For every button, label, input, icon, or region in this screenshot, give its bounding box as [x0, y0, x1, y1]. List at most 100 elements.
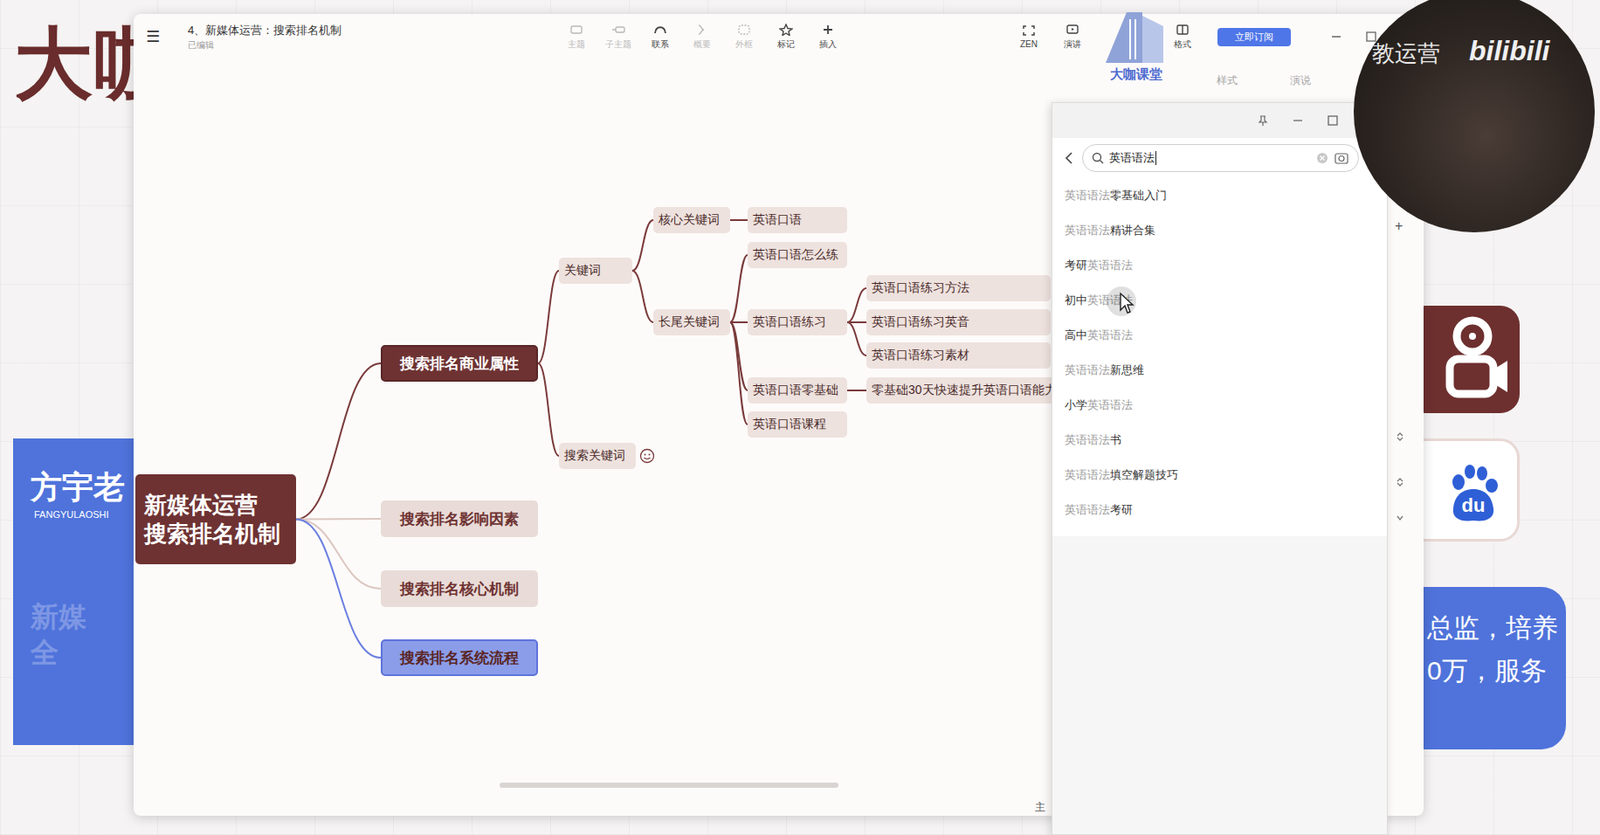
- pin-icon[interactable]: [1255, 113, 1270, 128]
- intro-line: 0万，服务: [1427, 655, 1566, 687]
- faded-line: 新媒: [30, 601, 134, 633]
- add-button[interactable]: +: [1394, 218, 1403, 235]
- search-field[interactable]: 英语语法: [1082, 144, 1359, 173]
- clear-icon[interactable]: [1316, 151, 1329, 165]
- chevron-icon[interactable]: [1394, 431, 1406, 442]
- building-icon: [1096, 6, 1176, 65]
- subscribe-button[interactable]: 立即订阅: [1217, 27, 1291, 47]
- toolbar-label: 外框: [735, 38, 753, 51]
- suggestion-item[interactable]: 高中英语语法: [1052, 317, 1387, 353]
- search-icon: [1091, 151, 1104, 165]
- titlebar: ☰ 4、新媒体运营：搜索排名机制已编辑主题 子主题 联系 概要 外框 标记 插入 ZEN 演讲 格式…: [133, 13, 1424, 60]
- course-logo: 大咖课堂: [1096, 6, 1176, 83]
- toolbar-button[interactable]: 插入: [806, 23, 849, 51]
- view-label: 演讲: [1063, 38, 1082, 51]
- panel-tab[interactable]: 演说: [1289, 73, 1311, 89]
- toolbar-label: 主题: [567, 38, 586, 51]
- toolbar: 主题 子主题 联系 概要 外框 标记 插入: [555, 23, 849, 51]
- view-label: ZEN: [1020, 39, 1038, 49]
- maximize-icon[interactable]: [1325, 113, 1340, 128]
- mindmap-node[interactable]: 搜索排名影响因素: [380, 500, 538, 538]
- toolbar-button[interactable]: 主题: [555, 23, 598, 51]
- cursor-icon: [1118, 291, 1135, 315]
- insert-icon: [820, 23, 835, 36]
- suggestion-list: 英语语法零基础入门英语语法精讲合集考研英语语法初中英语语法高中英语语法英语语法新…: [1052, 178, 1387, 537]
- mindmap-node[interactable]: 英语口语练习: [747, 309, 848, 336]
- suggestion-item[interactable]: 英语语法新思维: [1052, 352, 1387, 388]
- horizontal-scrollbar[interactable]: [499, 782, 839, 788]
- mindmap-node[interactable]: 英语口语: [747, 206, 848, 234]
- smiley-icon[interactable]: [639, 448, 656, 464]
- course-logo-text: 大咖课堂: [1110, 66, 1163, 83]
- toolbar-label: 标记: [777, 38, 795, 51]
- view-button[interactable]: 演讲: [1051, 23, 1094, 51]
- teacher-card: 方宇老FANGYULAOSHI新媒全: [13, 438, 134, 745]
- relation-icon: [653, 23, 668, 36]
- chevron-icon[interactable]: [1394, 476, 1406, 488]
- suggestion-item[interactable]: 英语语法书: [1052, 422, 1387, 458]
- mindmap-node[interactable]: 英语口语练习英音: [866, 309, 1051, 336]
- toolbar-button[interactable]: 概要: [681, 23, 724, 51]
- baidu-text: du: [1462, 494, 1486, 518]
- camera-icon[interactable]: [1333, 151, 1350, 166]
- toolbar-label: 插入: [819, 38, 837, 51]
- toolbar-button[interactable]: 标记: [765, 23, 807, 51]
- toolbar-label: 概要: [693, 38, 711, 51]
- mindmap-node[interactable]: 搜索排名系统流程: [380, 639, 538, 676]
- toolbar-label: 联系: [651, 38, 669, 51]
- mindmap-node[interactable]: 长尾关键词: [653, 309, 731, 336]
- suggestion-item[interactable]: 英语语法填空解题技巧: [1052, 457, 1387, 493]
- pitch-icon: [1065, 23, 1080, 36]
- format-icon: [1175, 23, 1190, 36]
- suggestion-item[interactable]: 初中英语语法: [1052, 282, 1387, 318]
- topic-icon: [569, 23, 584, 36]
- mindmap-node[interactable]: 搜索关键词: [558, 442, 636, 469]
- watermark-text: 教运营: [1372, 38, 1441, 69]
- subtopic-icon: [611, 23, 626, 36]
- format-button[interactable]: 格式: [1161, 23, 1204, 51]
- intro-line: 总监，培养: [1427, 613, 1566, 644]
- mindmap-node[interactable]: 新媒体运营 搜索排名机制: [135, 474, 297, 565]
- format-label: 格式: [1173, 38, 1192, 51]
- panel-tab[interactable]: 样式: [1216, 73, 1238, 89]
- status-text: 主: [1034, 800, 1046, 815]
- mindmap-node[interactable]: 英语口语怎么练: [747, 241, 848, 269]
- mindmap-node[interactable]: 核心关键词: [653, 206, 731, 234]
- watermark-site: bilibili: [1468, 34, 1550, 68]
- minimize-icon[interactable]: [1329, 29, 1344, 44]
- mindmap-node[interactable]: 英语口语课程: [747, 411, 848, 438]
- document-title: 4、新媒体运营：搜索排名机制: [187, 22, 556, 39]
- minimize-icon[interactable]: [1290, 113, 1305, 128]
- teacher-pinyin: FANGYULAOSHI: [30, 509, 134, 520]
- mindmap-node[interactable]: 搜索排名核心机制: [380, 570, 538, 607]
- suggestion-item[interactable]: 小学英语语法: [1052, 387, 1387, 423]
- search-query: 英语语法: [1109, 150, 1155, 166]
- boundary-icon: [737, 23, 752, 36]
- view-button[interactable]: ZEN: [1007, 24, 1050, 49]
- suggestion-item[interactable]: 英语语法零基础入门: [1052, 178, 1387, 214]
- mindmap-node[interactable]: 英语口语练习方法: [866, 275, 1051, 302]
- zen-icon: [1021, 24, 1036, 37]
- panel-tabs: 样式 演说: [1216, 73, 1311, 89]
- search-popup: 英语语法搜英语语法零基础入门英语语法精讲合集考研英语语法初中英语语法高中英语语法…: [1051, 102, 1388, 835]
- back-icon[interactable]: [1062, 150, 1076, 166]
- mindmap-node[interactable]: 英语口语练习素材: [866, 342, 1051, 369]
- right-sidebar: +: [1387, 188, 1424, 800]
- mindmap-node[interactable]: 关键词: [558, 257, 633, 284]
- save-status: 已编辑: [187, 39, 556, 52]
- suggestion-item[interactable]: 英语语法考研: [1052, 492, 1387, 528]
- toolbar-button[interactable]: 子主题: [597, 23, 640, 51]
- screen: 大咖方宇老FANGYULAOSHI新媒全总监，培养0万，服务du☰4、新媒体运营…: [0, 0, 1600, 835]
- summary-icon: [695, 23, 710, 36]
- toolbar-label: 子主题: [605, 38, 632, 51]
- mindmap-node[interactable]: 零基础30天快速提升英语口语能力: [866, 377, 1068, 404]
- toolbar-button[interactable]: 联系: [639, 23, 682, 51]
- chevron-down-icon[interactable]: [1394, 512, 1406, 524]
- faded-line: 全: [30, 637, 134, 669]
- mindmap-node[interactable]: 搜索排名商业属性: [380, 344, 538, 382]
- mindmap-node[interactable]: 英语口语零基础: [747, 377, 848, 404]
- suggestion-item[interactable]: 英语语法精讲合集: [1052, 213, 1387, 249]
- suggestion-item[interactable]: 考研英语语法: [1052, 248, 1387, 283]
- toolbar-button[interactable]: 外框: [723, 23, 766, 51]
- menu-button[interactable]: ☰: [145, 27, 164, 47]
